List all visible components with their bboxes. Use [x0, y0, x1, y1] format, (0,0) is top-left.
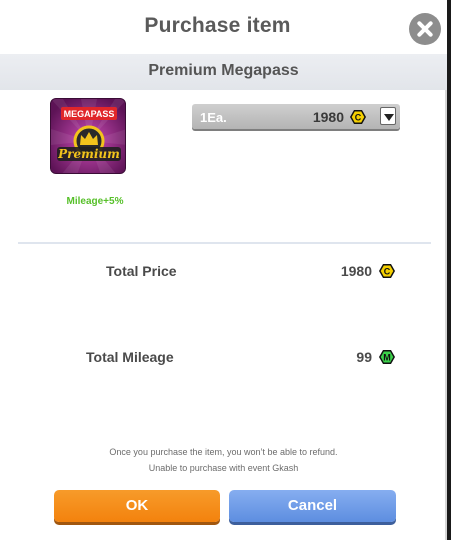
chevron-down-icon[interactable]	[380, 107, 396, 125]
quantity-label: 1Ea.	[200, 110, 227, 125]
c-coin-icon: C	[350, 109, 366, 130]
title-bar: Purchase item	[0, 0, 447, 54]
total-price-value: 1980	[340, 263, 372, 279]
cancel-button[interactable]: Cancel	[229, 490, 396, 522]
item-name: Premium Megapass	[148, 62, 299, 79]
divider	[18, 242, 431, 244]
total-mileage-value: 99	[356, 349, 372, 365]
m-coin-icon: M	[379, 349, 395, 370]
mileage-bonus-label: Mileage+5%	[66, 196, 124, 207]
megapass-item-icon: MEGAPASS Premium	[50, 98, 126, 174]
purchase-dialog: Purchase item Premium Megapass MEGAPASS	[0, 0, 447, 540]
item-name-band: Premium Megapass	[0, 54, 447, 90]
svg-text:M: M	[383, 353, 391, 363]
quantity-select[interactable]: 1Ea. 1980 C	[192, 104, 400, 129]
c-coin-icon: C	[379, 263, 395, 284]
quantity-price: 1980	[312, 109, 344, 125]
refund-notice: Once you purchase the item, you won’t be…	[109, 447, 338, 457]
icon-script-text: Premium	[57, 147, 120, 161]
dialog-title: Purchase item	[144, 14, 291, 37]
icon-banner-text: MEGAPASS	[64, 109, 115, 119]
ok-button[interactable]: OK	[54, 490, 220, 522]
total-price-label: Total Price	[106, 263, 177, 279]
svg-text:C: C	[384, 267, 391, 277]
total-mileage-label: Total Mileage	[86, 349, 174, 365]
gkash-notice: Unable to purchase with event Gkash	[148, 463, 299, 473]
close-icon[interactable]	[409, 13, 441, 45]
svg-text:C: C	[355, 113, 362, 123]
